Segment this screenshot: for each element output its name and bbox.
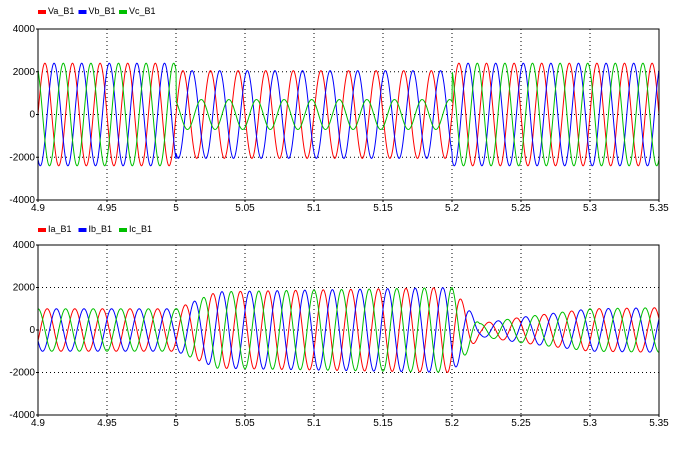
plot-frame [37,28,660,201]
y-tick-label: -2000 [9,368,35,379]
x-tick-label: 5.15 [373,203,393,214]
x-tick-label: 5.1 [307,418,321,429]
legend-swatch [78,10,87,14]
legend-label: Ia_B1 [48,224,72,234]
plot-2: 400020000-2000-40004.9 4.95 5 5.05 5.1 5.15 5.… [9,224,669,429]
y-tick-label: 2000 [13,283,36,294]
x-tick-label: 4.95 [97,203,117,214]
legend-swatch [119,228,127,232]
x-tick-label: 5 [173,203,179,214]
legend-label: Ib_B1 [89,224,113,234]
legend-label: Vc_B1 [129,6,156,16]
x-tick-label: 5.25 [511,203,531,214]
series-line-va_b1 [38,62,659,167]
x-tick-label: 5.3 [583,203,597,214]
y-tick-label: 2000 [13,67,36,78]
x-tick-label: 5.05 [235,203,255,214]
x-tick-label: 5.05 [235,418,255,429]
legend-label: Va_B1 [48,6,74,16]
x-tick-label: 5.1 [307,203,321,214]
legend-label: Ic_B1 [129,224,152,234]
legend-swatch [119,10,127,14]
legend-swatch [38,10,46,14]
legend-label: Vb_B1 [89,6,116,16]
legend-swatch [78,228,87,232]
chart-canvas: 400020000-2000-40004.9 4.95 5 5.05 5.1 5.15 5.… [9,6,669,429]
x-tick-label: 5.25 [511,418,531,429]
y-tick-label: 4000 [13,24,36,35]
x-tick-label: 5.3 [583,418,597,429]
x-tick-label: 5.2 [445,203,459,214]
chart-window: 4000 2000 0 -2000 -4000 4.9 4.95 5 5.05 5.1 5.15 5.… [0,0,689,444]
x-tick-label: 5 [173,418,179,429]
y-tick-label: 4000 [13,240,36,251]
plot-1: 400020000-2000-40004.9 4.95 5 5.05 5.1 5.15 5.… [9,6,669,214]
x-tick-label: 5.35 [649,203,669,214]
legend-swatch [38,228,46,232]
x-tick-label: 4.95 [97,418,117,429]
y-tick-label: -2000 [9,152,35,163]
y-tick-label: 0 [29,325,35,336]
x-tick-label: 5.2 [445,418,459,429]
y-tick-label: 0 [29,110,35,121]
x-tick-label: 5.35 [649,418,669,429]
x-tick-label: 5.15 [373,418,393,429]
x-tick-label: 4.9 [31,418,45,429]
series-line-ic_b1 [38,286,659,373]
x-tick-label: 4.9 [31,203,45,214]
